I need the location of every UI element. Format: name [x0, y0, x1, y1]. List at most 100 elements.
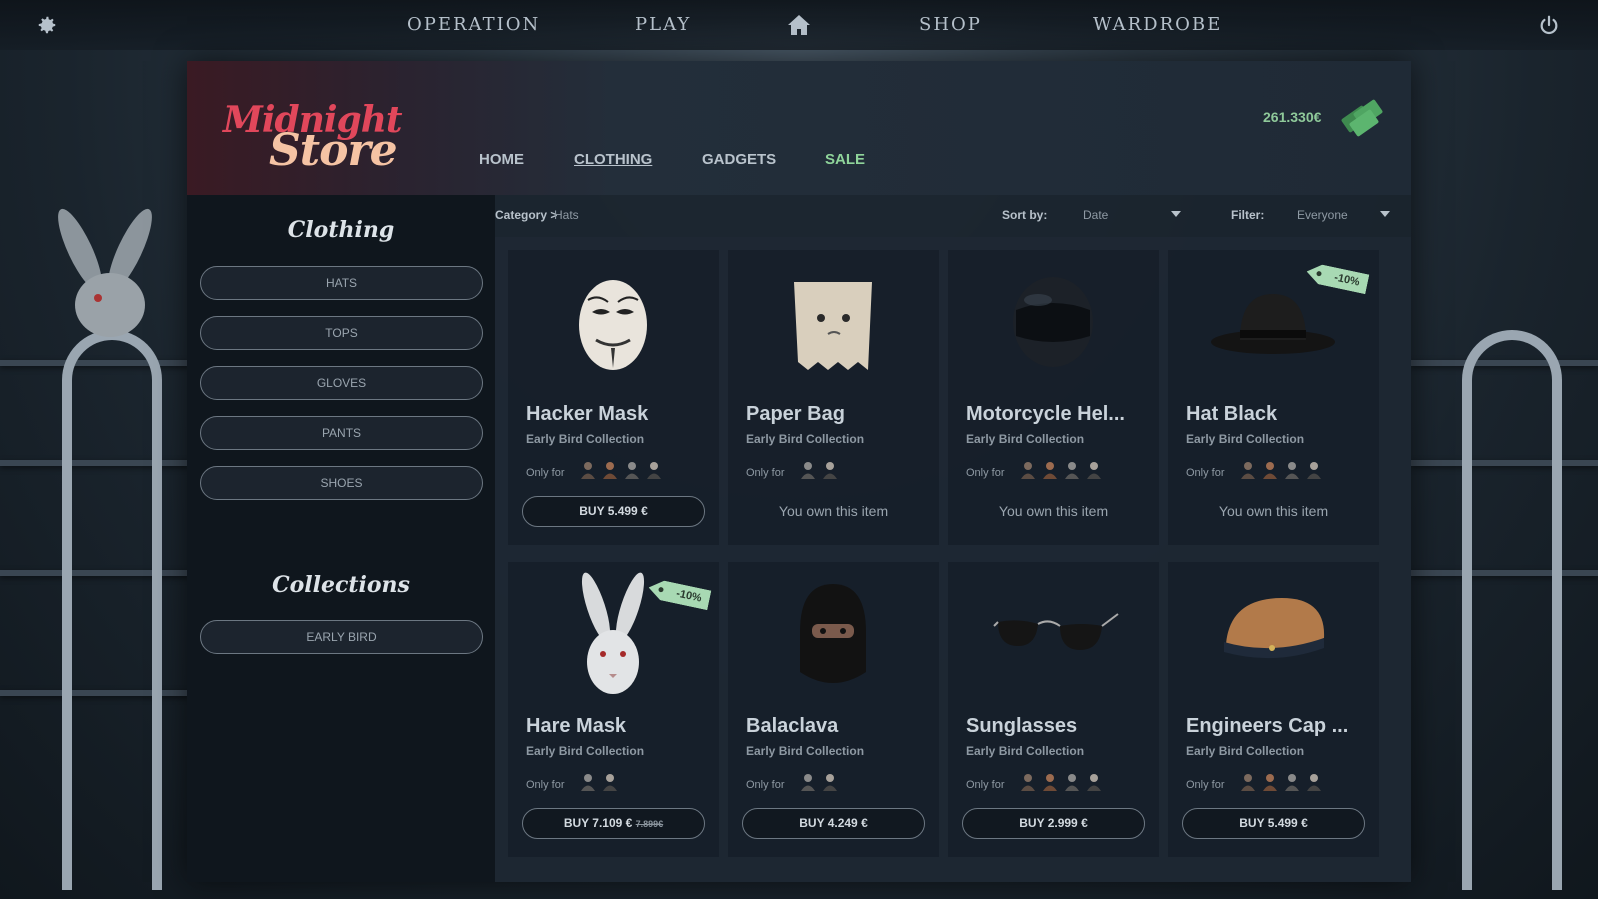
- product-name: Balaclava: [746, 715, 839, 737]
- rabbit-statue-icon: [58, 208, 152, 337]
- product-name: Hare Mask: [526, 715, 627, 737]
- product-card-hat-black[interactable]: -10% Hat Black Early Bird Collection Onl…: [1168, 250, 1379, 545]
- character-avatar-icon: [1263, 774, 1277, 791]
- character-avatar-icon: [1021, 462, 1035, 479]
- buy-price: BUY 5.499 €: [579, 504, 648, 518]
- product-name: Hacker Mask: [526, 403, 649, 425]
- store-panel: Midnight Store HOME CLOTHING GADGETS SAL…: [187, 61, 1411, 882]
- buy-price: BUY 4.249 €: [799, 816, 868, 830]
- character-avatar-icon: [1087, 462, 1101, 479]
- discount-value: -10%: [675, 587, 703, 605]
- main-navigation: OPERATION PLAY SHOP WARDROBE: [0, 0, 1598, 50]
- top-bar: OPERATION PLAY SHOP WARDROBE: [0, 0, 1598, 50]
- buy-button[interactable]: BUY 5.499 €: [522, 496, 705, 527]
- product-card-balaclava[interactable]: Balaclava Early Bird Collection Only for…: [728, 562, 939, 857]
- category-shoes-button[interactable]: SHOES: [200, 466, 483, 500]
- store-header: Midnight Store HOME CLOTHING GADGETS SAL…: [187, 61, 1411, 195]
- owned-status: You own this item: [1218, 503, 1329, 519]
- buy-price: BUY 7.109 €: [563, 816, 633, 830]
- midnight-store-logo[interactable]: Midnight Store: [223, 99, 403, 176]
- product-collection: Early Bird Collection: [1186, 744, 1305, 758]
- category-tops-button[interactable]: TOPS: [200, 316, 483, 350]
- shelf: [1411, 460, 1598, 466]
- collection-early-bird-button[interactable]: EARLY BIRD: [200, 620, 483, 654]
- character-avatar-icon: [1241, 462, 1255, 479]
- product-card-hare-mask[interactable]: -10% Hare Mask Early Bird Collection Onl…: [508, 562, 719, 857]
- category-sidebar: Clothing HATS TOPS GLOVES PANTS SHOES Co…: [187, 195, 495, 882]
- character-avatar-icon: [1043, 774, 1057, 791]
- buy-button[interactable]: BUY 4.249 €: [742, 808, 925, 839]
- nav-wardrobe[interactable]: WARDROBE: [1093, 14, 1222, 35]
- character-avatar-icon: [1285, 462, 1299, 479]
- character-avatar-icon: [603, 462, 617, 479]
- character-avatar-icon: [1021, 774, 1035, 791]
- shelf: [0, 570, 190, 576]
- buy-button[interactable]: BUY 7.109 € 7.899€: [522, 808, 705, 839]
- tab-home[interactable]: HOME: [479, 151, 524, 168]
- nav-play[interactable]: PLAY: [635, 14, 691, 35]
- character-avatar-icon: [1065, 462, 1079, 479]
- breadcrumb-category[interactable]: Category >: [495, 208, 557, 222]
- home-icon[interactable]: [787, 14, 811, 36]
- filter-select[interactable]: Everyone: [1297, 208, 1348, 222]
- power-icon[interactable]: [1538, 14, 1560, 36]
- product-card-motorcycle-helmet[interactable]: Motorcycle Hel... Early Bird Collection …: [948, 250, 1159, 545]
- product-name: Engineers Cap ...: [1186, 715, 1349, 737]
- character-avatar-icon: [1285, 774, 1299, 791]
- filter-label: Filter:: [1231, 208, 1265, 222]
- character-avatars: [580, 773, 618, 791]
- buy-price: BUY 5.499 €: [1239, 816, 1308, 830]
- collections-heading: Collections: [272, 572, 410, 598]
- owned-status: You own this item: [998, 503, 1109, 519]
- shelf: [0, 460, 190, 466]
- sort-select[interactable]: Date: [1083, 208, 1108, 222]
- shelf: [0, 690, 190, 696]
- only-for-label: Only for: [746, 467, 785, 479]
- character-avatars: [1240, 773, 1322, 791]
- sort-label: Sort by:: [1002, 208, 1048, 222]
- only-for-label: Only for: [1186, 779, 1225, 791]
- character-avatar-icon: [1043, 462, 1057, 479]
- category-pants-button[interactable]: PANTS: [200, 416, 483, 450]
- product-card-hacker-mask[interactable]: Hacker Mask Early Bird Collection Only f…: [508, 250, 719, 545]
- product-card-sunglasses[interactable]: Sunglasses Early Bird Collection Only fo…: [948, 562, 1159, 857]
- shelf: [0, 360, 190, 366]
- motorcycle-helmet-icon: [1013, 277, 1093, 367]
- character-avatar-icon: [581, 774, 595, 791]
- product-collection: Early Bird Collection: [526, 744, 645, 758]
- character-avatar-icon: [1087, 774, 1101, 791]
- character-avatar-icon: [1241, 774, 1255, 791]
- category-hats-button[interactable]: HATS: [200, 266, 483, 300]
- category-gloves-button[interactable]: GLOVES: [200, 366, 483, 400]
- balaclava-icon: [800, 584, 866, 683]
- product-collection: Early Bird Collection: [526, 432, 645, 446]
- only-for-label: Only for: [526, 467, 565, 479]
- tab-clothing[interactable]: CLOTHING: [574, 151, 652, 168]
- only-for-label: Only for: [966, 467, 1005, 479]
- filter-chevron-down-icon[interactable]: [1380, 211, 1390, 217]
- character-avatars: [1020, 461, 1102, 479]
- toolbar: Category > Hats Sort by: Date Filter: Ev…: [495, 195, 1411, 237]
- product-name: Paper Bag: [746, 403, 845, 425]
- paper-bag-icon: [794, 282, 872, 370]
- discount-value: -10%: [1333, 271, 1361, 289]
- product-card-paper-bag[interactable]: Paper Bag Early Bird Collection Only for…: [728, 250, 939, 545]
- buy-button[interactable]: BUY 2.999 €: [962, 808, 1145, 839]
- character-avatars: [580, 461, 662, 479]
- product-name: Hat Black: [1186, 403, 1278, 425]
- buy-button[interactable]: BUY 5.499 €: [1182, 808, 1365, 839]
- balance-amount: 261.330€: [1263, 109, 1322, 125]
- character-avatar-icon: [625, 462, 639, 479]
- character-avatars: [1240, 461, 1322, 479]
- owned-status: You own this item: [778, 503, 889, 519]
- nav-operation[interactable]: OPERATION: [407, 14, 540, 35]
- security-gate: [1462, 330, 1562, 890]
- character-avatar-icon: [1307, 462, 1321, 479]
- tab-gadgets[interactable]: GADGETS: [702, 151, 776, 168]
- character-avatars: [800, 461, 838, 479]
- sort-chevron-down-icon[interactable]: [1171, 211, 1181, 217]
- product-card-engineers-cap[interactable]: Engineers Cap ... Early Bird Collection …: [1168, 562, 1379, 857]
- nav-shop[interactable]: SHOP: [919, 14, 982, 35]
- tab-sale[interactable]: SALE: [825, 151, 865, 168]
- buy-price: BUY 2.999 €: [1019, 816, 1088, 830]
